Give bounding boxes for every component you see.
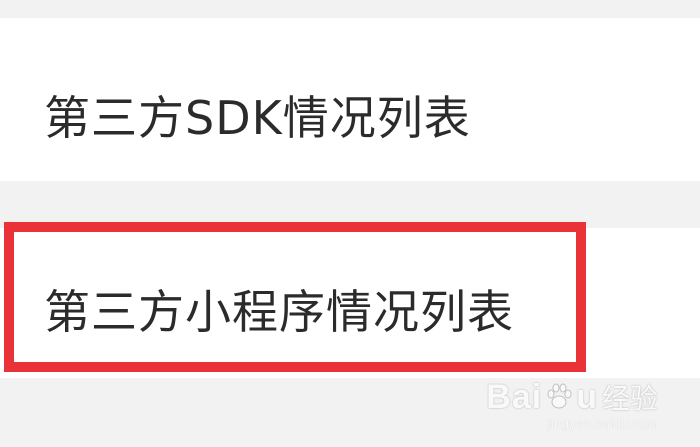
watermark-brand-left: Bai [486, 377, 543, 416]
list-item-sdk[interactable]: 第三方SDK情况列表 [0, 18, 700, 181]
watermark-suffix: 经验 [601, 382, 658, 415]
list-item-label: 第三方小程序情况列表 [44, 285, 514, 339]
watermark-brand-right: u [576, 377, 598, 416]
list-item-label: 第三方SDK情况列表 [44, 91, 471, 145]
screen: 第三方SDK情况列表 第三方小程序情况列表 Bai u 经验 jingyan.b… [0, 0, 700, 447]
list-item-mini-program[interactable]: 第三方小程序情况列表 [0, 228, 700, 378]
paw-icon [547, 383, 572, 409]
watermark-url: jingyan.baidu.com [547, 417, 658, 431]
watermark: Bai u 经验 jingyan.baidu.com [486, 377, 658, 432]
